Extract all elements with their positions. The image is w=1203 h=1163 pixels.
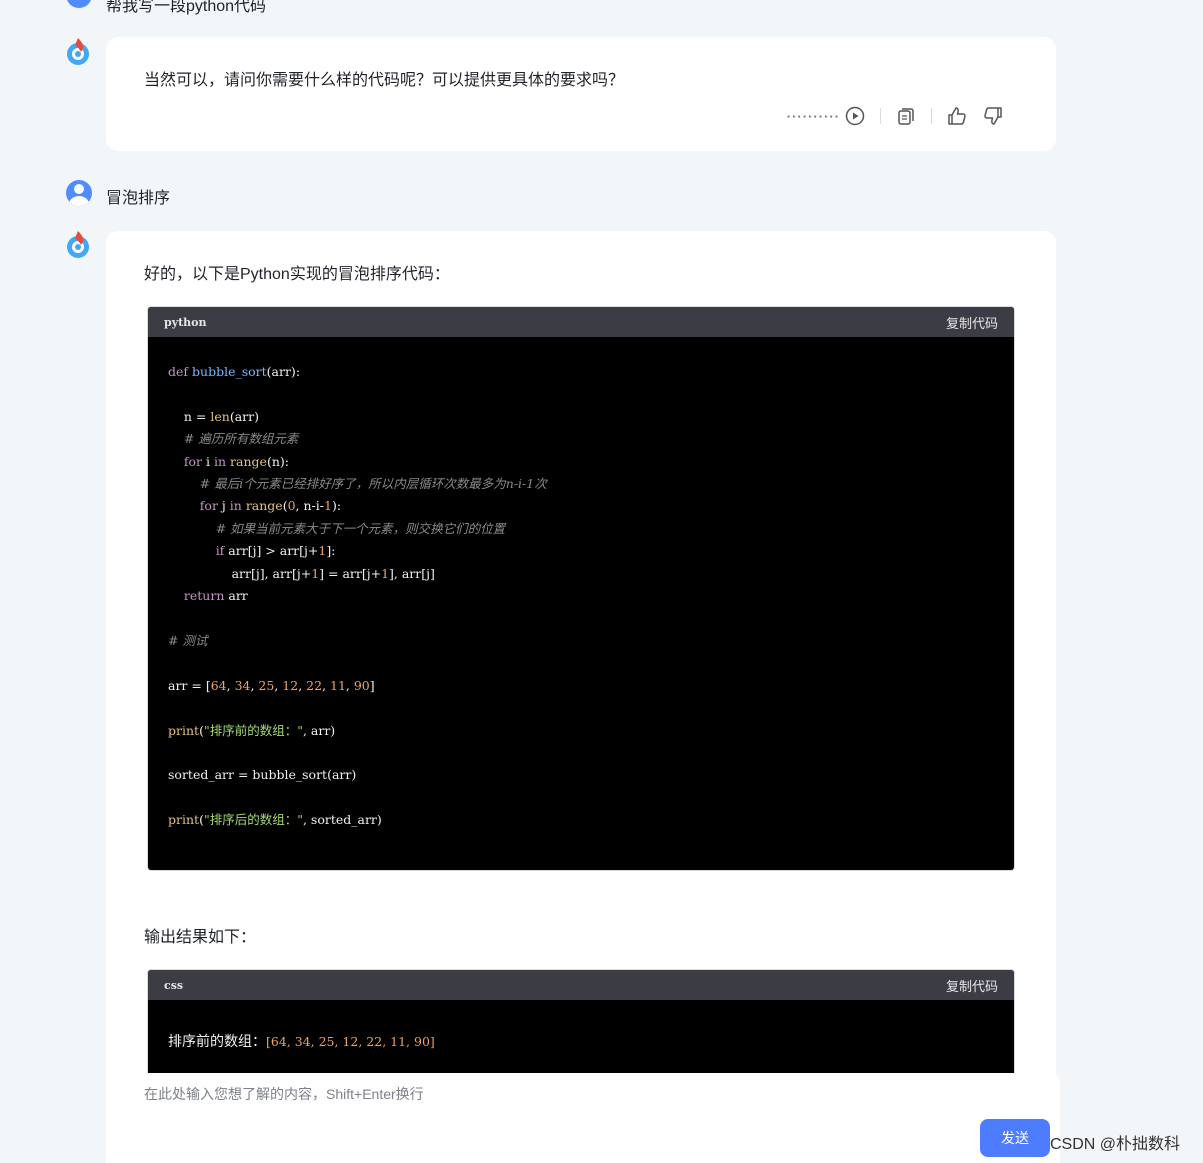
user-avatar [66, 0, 92, 8]
code-token: def [168, 364, 189, 379]
output-intro: 输出结果如下： [144, 929, 257, 946]
code-number: 25 [258, 677, 275, 693]
code-comment: # 测试 [168, 632, 208, 648]
code-token: sorted_arr = [168, 767, 253, 783]
code-token: arr = [ [168, 677, 211, 693]
assistant-reply-2: 好的，以下是Python实现的冒泡排序代码： python 复制代码 def b… [106, 231, 1056, 1110]
code-number: 0 [287, 498, 296, 514]
code-token: (arr): [266, 364, 301, 379]
code-string: "排序后的数组：" [203, 812, 303, 828]
code-token: for [183, 453, 203, 469]
bot-avatar [65, 230, 91, 258]
code-token: ]: [326, 543, 336, 559]
code-token: , arr) [302, 722, 336, 738]
code-header: css 复制代码 [148, 970, 1014, 1000]
code-token: , [322, 677, 330, 693]
reply-actions: ·········· [787, 105, 1004, 127]
code-token: in [229, 498, 242, 514]
code-token: , [345, 677, 354, 693]
code-number: 11 [330, 677, 346, 693]
reply-text: 当然可以，请问你需要什么样的代码呢？可以提供更具体的要求吗？ [144, 72, 625, 89]
divider [880, 108, 881, 124]
code-language: python [164, 315, 207, 329]
watermark-credit: CSDN @朴拙数科 [1050, 1136, 1181, 1153]
code-token: print [168, 722, 200, 738]
code-token: , n-i- [295, 498, 324, 514]
code-token: (arr) [327, 767, 357, 783]
code-content: def bubble_sort(arr): n = len(arr) # 遍历所… [148, 337, 1014, 856]
code-token: arr[j] > arr[j+ [224, 543, 319, 559]
code-token: in [214, 453, 227, 469]
code-token: ] [369, 677, 375, 693]
send-button[interactable]: 发送 [980, 1119, 1050, 1157]
code-token: ): [331, 498, 342, 514]
chat-input-panel [106, 1073, 1060, 1163]
code-number: 1 [324, 498, 332, 514]
code-comment: # 遍历所有数组元素 [183, 431, 299, 447]
code-language: css [164, 978, 184, 992]
code-comment: # 如果当前元素大于下一个元素，则交换它们的位置 [215, 520, 506, 536]
chat-input[interactable] [142, 1085, 966, 1103]
code-token: n = [183, 408, 211, 424]
code-token: arr [224, 588, 248, 604]
read-aloud-button[interactable]: ·········· [787, 105, 866, 127]
code-string: "排序前的数组：" [203, 722, 303, 738]
code-number: 34 [234, 677, 251, 693]
code-comment: # 最后i个元素已经排好序了，所以内层循环次数最多为n-i-1次 [199, 476, 547, 492]
code-token: range [230, 453, 267, 469]
code-token: bubble_sort [192, 364, 267, 379]
code-content: 排序前的数组：[64, 34, 25, 12, 22, 11, 90] [148, 1000, 1014, 1077]
code-token: ] = arr[j+ [319, 565, 382, 581]
code-number: 90 [353, 677, 370, 693]
bot-avatar [65, 37, 91, 65]
code-token: j [217, 498, 230, 514]
code-token: , [226, 677, 235, 693]
reply-intro: 好的，以下是Python实现的冒泡排序代码： [144, 266, 450, 283]
code-token: len [210, 408, 230, 424]
divider [931, 108, 932, 124]
code-token: print [168, 812, 200, 828]
code-header: python 复制代码 [148, 307, 1014, 337]
code-block-python: python 复制代码 def bubble_sort(arr): n = le… [148, 307, 1014, 870]
user-avatar [66, 180, 92, 206]
code-token: arr[j], arr[j+ [231, 565, 312, 581]
code-token: range [245, 498, 283, 514]
code-token: for [199, 498, 218, 514]
assistant-reply-1: 当然可以，请问你需要什么样的代码呢？可以提供更具体的要求吗？ ·········… [106, 37, 1056, 151]
user-message: 冒泡排序 [106, 190, 171, 207]
prev-user-message: 帮我写一段python代码 [106, 0, 267, 15]
code-token: return [183, 588, 225, 604]
code-token: , sorted_arr) [302, 812, 382, 828]
code-number: [64, 34, 25, 12, 22, 11, 90] [266, 1034, 435, 1049]
code-number: 1 [381, 565, 390, 581]
code-number: 64 [210, 677, 227, 693]
code-token: ], arr[j] [389, 565, 435, 581]
thumbs-up-icon[interactable] [946, 105, 968, 127]
thumbs-down-icon[interactable] [982, 105, 1004, 127]
code-token: i [202, 453, 214, 469]
audio-dots: ·········· [786, 108, 840, 124]
code-number: 1 [311, 565, 320, 581]
code-number: 12 [282, 677, 299, 693]
code-token: 排序前的数组： [168, 1033, 266, 1049]
copy-icon[interactable] [895, 105, 917, 127]
copy-code-button[interactable]: 复制代码 [946, 313, 998, 332]
copy-code-button[interactable]: 复制代码 [946, 976, 998, 995]
code-token: , [298, 677, 307, 693]
code-token: (arr) [229, 408, 260, 424]
code-number: 22 [306, 677, 323, 693]
code-token: (n): [266, 453, 289, 469]
play-icon [844, 105, 866, 127]
code-token: bubble_sort [252, 767, 328, 783]
